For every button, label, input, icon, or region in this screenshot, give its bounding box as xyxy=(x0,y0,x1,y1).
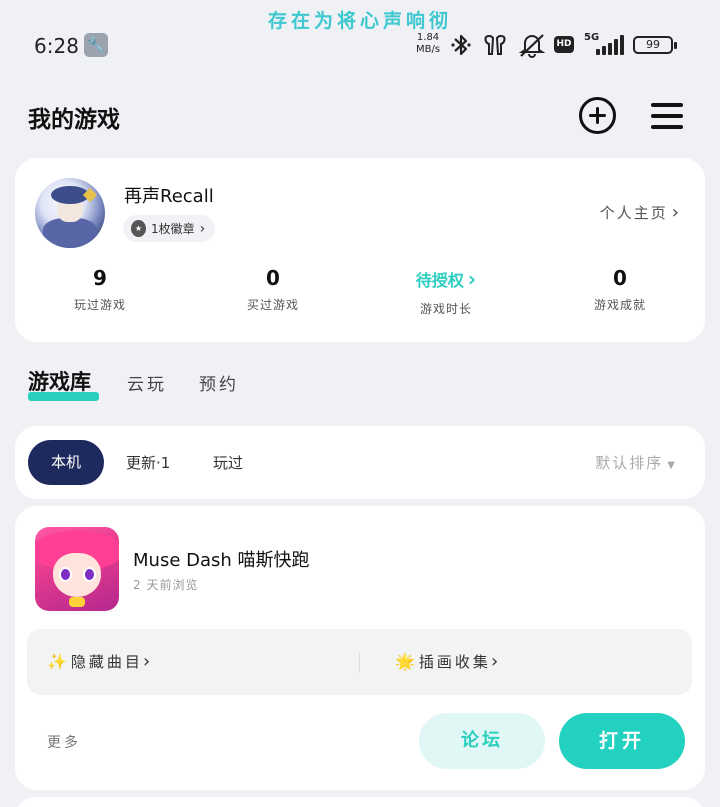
bluetooth-icon xyxy=(450,32,472,65)
filter-played[interactable]: 玩过 xyxy=(213,452,243,473)
stat-value: 待授权 › xyxy=(376,266,516,294)
tab-cloud-play[interactable]: 云玩 xyxy=(127,370,167,395)
profile-card: 再声Recall ★ 1枚徽章 › 个人主页 › 9 玩过游戏 0 买过游戏 待授… xyxy=(15,158,705,342)
sort-label: 默认排序 xyxy=(595,454,664,472)
game-title[interactable]: Muse Dash 喵斯快跑 xyxy=(133,546,310,572)
more-button[interactable]: 更多 xyxy=(47,732,81,752)
feature-label: 插画收集 xyxy=(418,653,491,671)
feature-box: ✨ 隐藏曲目› 🌟 插画收集› xyxy=(27,629,692,695)
status-time: 6:28 xyxy=(34,34,79,58)
stat-bought-games[interactable]: 0 买过游戏 xyxy=(203,266,343,313)
net-speed-unit: MB/s xyxy=(416,44,441,55)
net-speed: 1.84 MB/s xyxy=(416,32,440,56)
homepage-link[interactable]: 个人主页 › xyxy=(600,202,679,223)
tab-reservations[interactable]: 预约 xyxy=(199,370,239,395)
medal-label: 1枚徽章 xyxy=(151,222,195,236)
chevron-right-icon: › xyxy=(467,267,477,291)
add-game-button[interactable] xyxy=(579,97,616,134)
feature-label: 隐藏曲目 xyxy=(70,653,143,671)
filter-bar: 本机 更新·1 玩过 默认排序 ▼ xyxy=(15,426,705,499)
chevron-right-icon: › xyxy=(490,651,502,672)
caret-down-icon: ▼ xyxy=(667,460,675,471)
tab-game-library[interactable]: 游戏库 xyxy=(28,366,91,396)
feature-illustrations[interactable]: 🌟 插画收集› xyxy=(395,651,501,672)
stat-label: 买过游戏 xyxy=(246,298,299,312)
next-game-card xyxy=(15,797,705,807)
stat-value: 9 xyxy=(93,266,107,290)
medal-icon: ★ xyxy=(131,220,146,237)
sparkles-icon: ✨ xyxy=(47,652,67,671)
library-tabs: 游戏库 云玩 预约 xyxy=(28,366,328,406)
battery-icon: 99 xyxy=(633,36,677,54)
authorize-label: 待授权 xyxy=(415,271,464,290)
signal-icon: 5G xyxy=(582,32,626,58)
stat-value: 0 xyxy=(613,266,627,290)
stat-achievements[interactable]: 0 游戏成就 xyxy=(550,266,690,313)
hd-icon: HD xyxy=(554,36,574,53)
bell-off-icon xyxy=(517,32,547,65)
sort-dropdown[interactable]: 默认排序 ▼ xyxy=(595,452,675,473)
net-speed-value: 1.84 xyxy=(416,32,440,43)
chevron-right-icon: › xyxy=(671,202,679,223)
wrench-icon: 🔧 xyxy=(84,33,108,57)
stat-play-time[interactable]: 待授权 › 游戏时长 xyxy=(376,266,516,317)
homepage-label: 个人主页 xyxy=(599,204,668,222)
menu-icon[interactable] xyxy=(651,101,683,131)
game-last-viewed: 2 天前浏览 xyxy=(133,578,199,592)
medal-badge[interactable]: ★ 1枚徽章 › xyxy=(123,215,216,242)
filter-updates[interactable]: 更新·1 xyxy=(126,452,170,473)
feature-hidden-songs[interactable]: ✨ 隐藏曲目› xyxy=(47,651,153,672)
game-card: Muse Dash 喵斯快跑 2 天前浏览 ✨ 隐藏曲目› 🌟 插画收集› 更多 论… xyxy=(15,506,705,790)
stat-value: 0 xyxy=(266,266,280,290)
forum-button[interactable]: 论坛 xyxy=(419,713,545,769)
stat-label: 游戏成就 xyxy=(593,298,646,312)
filter-local[interactable]: 本机 xyxy=(28,440,104,485)
network-type: 5G xyxy=(584,32,600,43)
divider xyxy=(359,653,360,673)
top-banner-text: 存在为将心声响彻 xyxy=(267,10,452,32)
page-title: 我的游戏 xyxy=(28,107,120,133)
battery-level: 99 xyxy=(646,38,660,51)
username: 再声Recall xyxy=(124,186,214,207)
earbuds-icon xyxy=(481,32,509,65)
avatar[interactable] xyxy=(35,178,105,248)
stat-label: 游戏时长 xyxy=(419,302,472,316)
status-bar: 6:28 🔧 1.84 MB/s HD 5G 99 xyxy=(0,30,720,62)
game-icon[interactable] xyxy=(35,527,119,611)
chevron-right-icon: › xyxy=(199,220,206,237)
open-game-button[interactable]: 打开 xyxy=(559,713,685,769)
star-icon: 🌟 xyxy=(395,652,415,671)
stat-label: 玩过游戏 xyxy=(73,298,126,312)
stat-played-games[interactable]: 9 玩过游戏 xyxy=(30,266,170,313)
chevron-right-icon: › xyxy=(142,651,154,672)
